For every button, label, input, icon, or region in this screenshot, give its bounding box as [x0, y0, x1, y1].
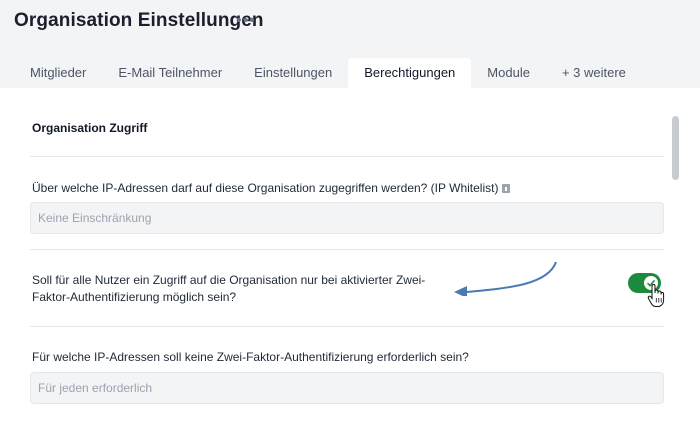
annotation-arrow-icon [454, 261, 557, 296]
ip-whitelist-label: Über welche IP-Adressen darf auf diese O… [32, 180, 511, 197]
two-factor-exceptions-input[interactable] [30, 372, 664, 404]
scrollbar[interactable] [672, 116, 679, 180]
page-header: Organisation Einstellungen ••• [0, 0, 700, 58]
two-factor-label: Soll für alle Nutzer ein Zugriff auf die… [32, 272, 425, 306]
info-icon[interactable] [502, 184, 511, 193]
two-factor-exceptions-label: Für welche IP-Adressen soll keine Zwei-F… [32, 350, 469, 364]
divider [30, 156, 664, 157]
ip-whitelist-input[interactable] [30, 202, 664, 234]
tab-module[interactable]: Module [471, 58, 546, 88]
tab-more[interactable]: + 3 weitere [546, 58, 642, 88]
settings-panel: Organisation Zugriff Über welche IP-Adre… [0, 88, 700, 421]
page-title: Organisation Einstellungen [14, 10, 264, 31]
divider [30, 326, 664, 327]
ip-whitelist-label-text: Über welche IP-Adressen darf auf diese O… [32, 181, 499, 195]
two-factor-label-line1: Soll für alle Nutzer ein Zugriff auf die… [32, 273, 426, 287]
tab-email-teilnehmer[interactable]: E-Mail Teilnehmer [102, 58, 238, 88]
tab-einstellungen[interactable]: Einstellungen [238, 58, 348, 88]
two-factor-label-line2: Faktor-Authentifizierung möglich sein? [32, 290, 237, 304]
tab-bar: Mitglieder E-Mail Teilnehmer Einstellung… [14, 58, 642, 88]
hand-cursor-icon [647, 284, 665, 307]
more-options-button[interactable]: ••• [236, 12, 256, 30]
section-title: Organisation Zugriff [32, 121, 148, 135]
tab-mitglieder[interactable]: Mitglieder [14, 58, 102, 88]
divider [30, 249, 664, 250]
tab-berechtigungen[interactable]: Berechtigungen [348, 58, 472, 88]
